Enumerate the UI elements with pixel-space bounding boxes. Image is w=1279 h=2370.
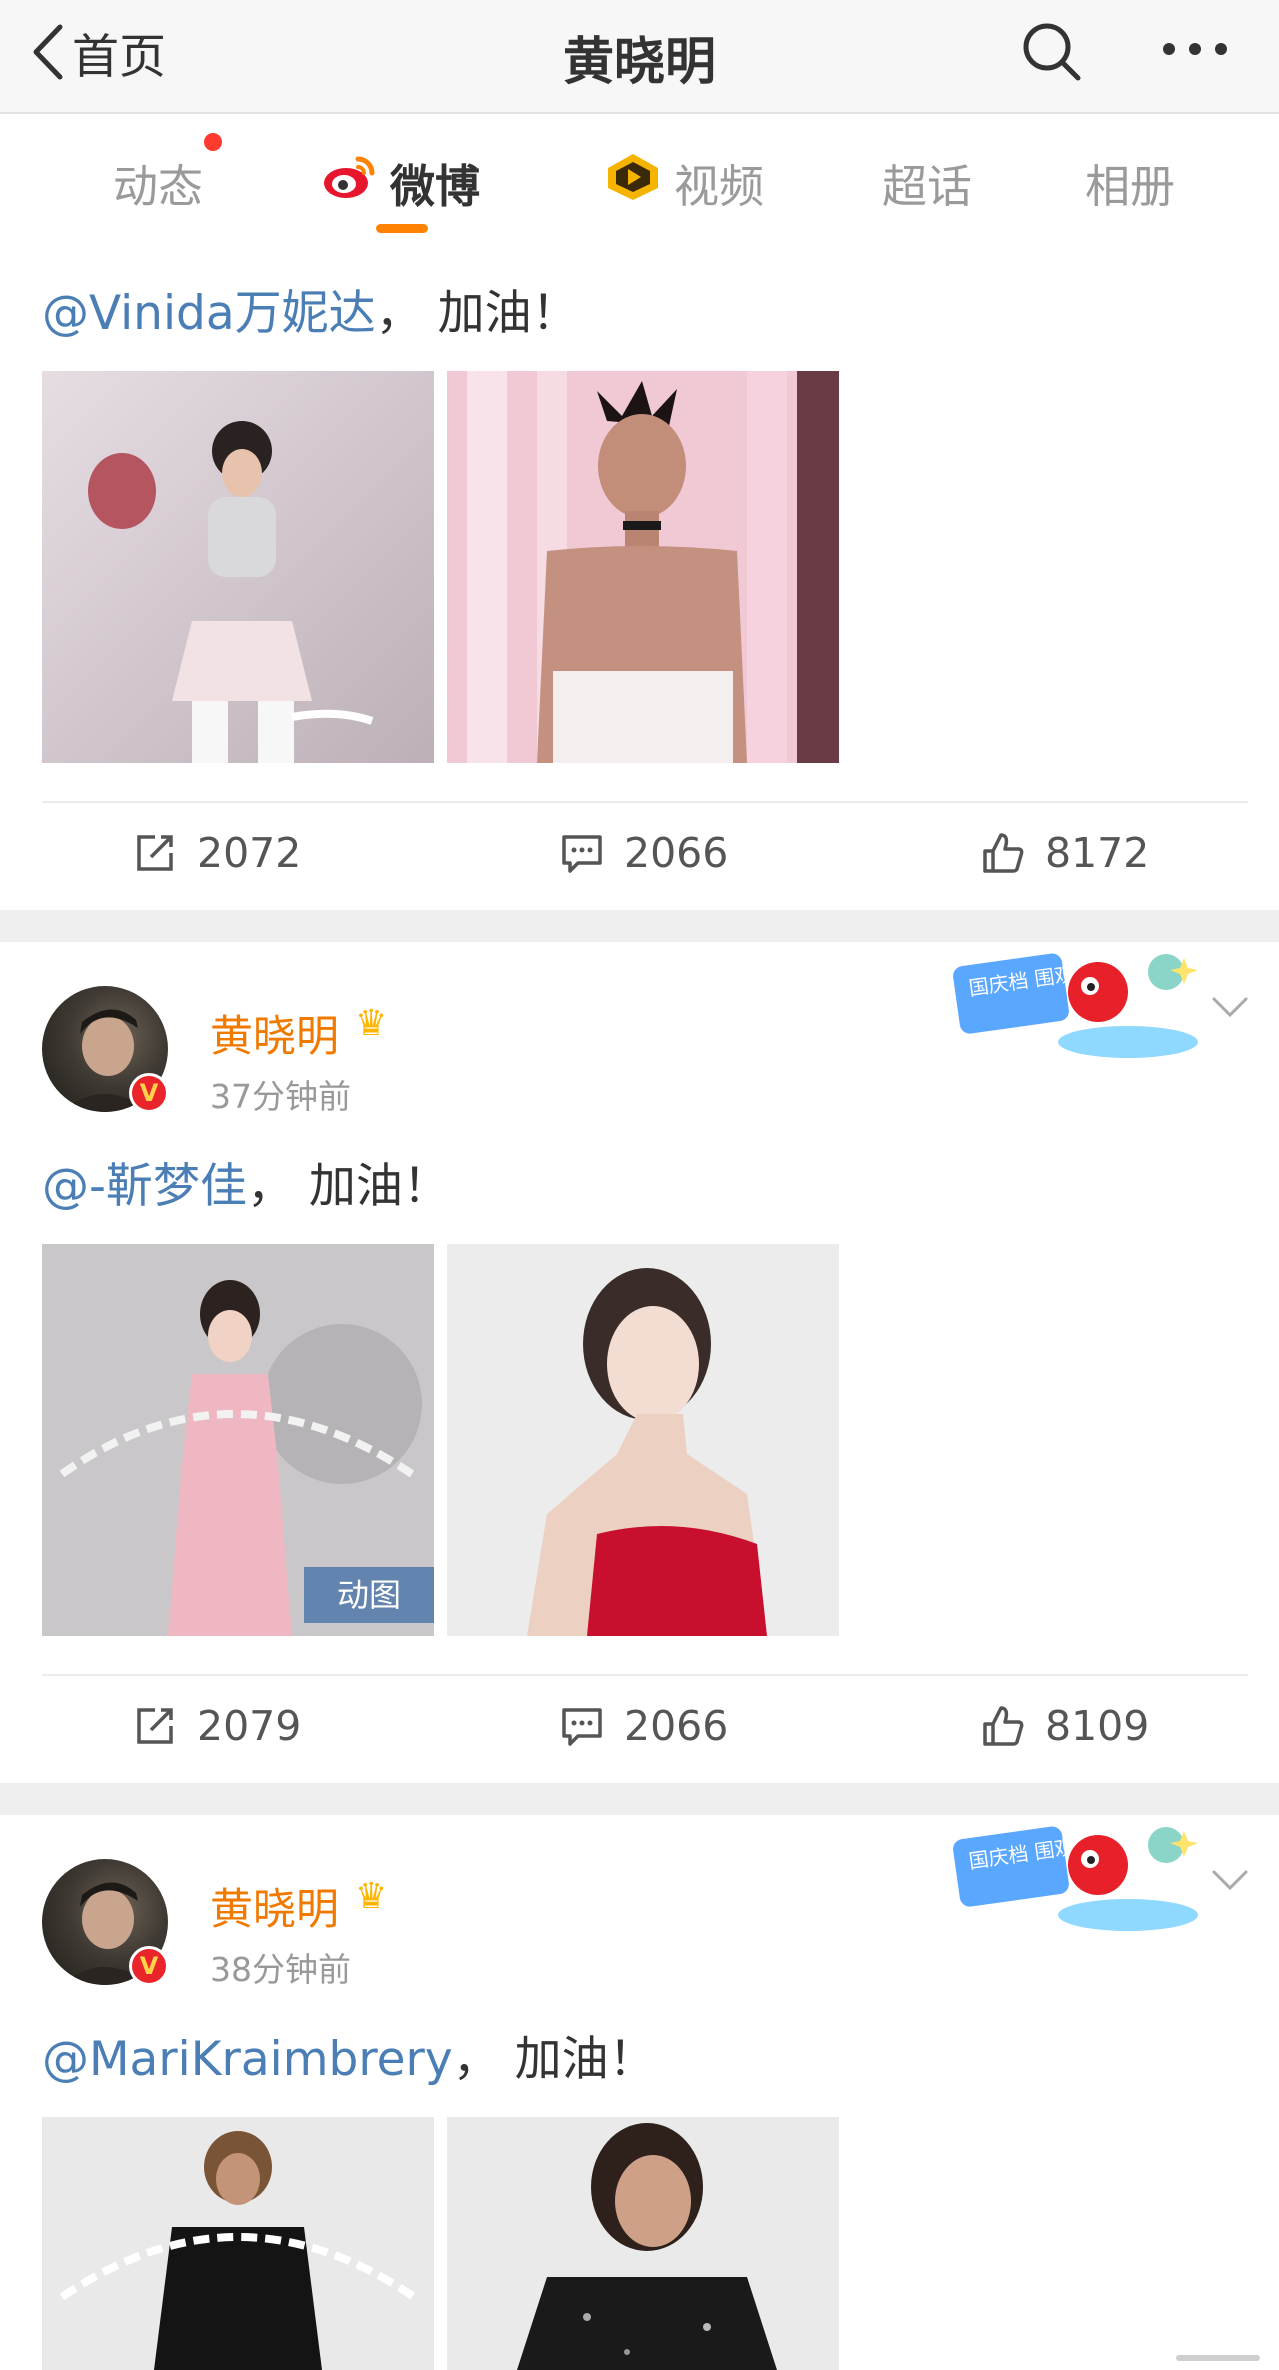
repost-button[interactable]: 2079 (133, 1696, 301, 1756)
like-button[interactable]: 8109 (981, 1696, 1149, 1756)
tab-weibo[interactable]: 微博 (322, 152, 481, 213)
post-text: @-靳梦佳， 加油！ (42, 1147, 450, 1216)
tab-video[interactable]: 视频 (604, 152, 765, 213)
verified-icon: V (129, 1073, 169, 1113)
gif-tag: 动图 (304, 1567, 434, 1623)
post-image[interactable] (447, 1244, 839, 1636)
chevron-down-icon[interactable] (1210, 995, 1250, 1019)
comment-count: 2066 (624, 1702, 729, 1750)
active-tab-indicator (376, 224, 428, 233)
like-count: 8109 (1045, 1702, 1150, 1750)
like-button[interactable]: 8172 (981, 823, 1149, 883)
national-day-badge-icon: 国庆档 围观群众 (953, 1826, 1198, 1931)
repost-count: 2072 (197, 829, 302, 877)
mention-link[interactable]: @Vinida万妮达 (42, 286, 376, 341)
like-count: 8172 (1045, 829, 1150, 877)
page-title: 黄晓明 (562, 33, 716, 92)
comment-button[interactable]: 2066 (560, 1696, 728, 1756)
video-icon (604, 152, 662, 213)
crown-icon: ♛ (355, 1003, 388, 1044)
tab-super-topic[interactable]: 超话 (882, 152, 973, 213)
post-time: 37分钟前 (210, 1077, 351, 1116)
post-text: @MariKraimbrery， 加油！ (42, 2020, 656, 2089)
tab-label: 视频 (674, 159, 765, 213)
repost-icon (137, 1708, 173, 1744)
post-text-suffix: ， 加油！ (375, 286, 579, 341)
profile-tabs: 动态 微博 视频 超话 相册 (0, 116, 1279, 240)
more-options-icon[interactable] (1160, 36, 1230, 62)
top-navigation-bar: 首页 黄晓明 (0, 0, 1279, 114)
username[interactable]: 黄晓明 (210, 1875, 339, 1937)
mention-link[interactable]: @-靳梦佳 (42, 1159, 247, 1214)
comment-count: 2066 (624, 829, 729, 877)
tab-label: 动态 (113, 159, 204, 213)
post-separator (0, 1783, 1279, 1815)
tab-label: 相册 (1085, 159, 1176, 213)
verified-icon: V (129, 1946, 169, 1986)
thumbs-up-icon (983, 1706, 1024, 1746)
tab-label: 超话 (882, 159, 973, 213)
post-image[interactable] (42, 371, 434, 763)
comment-icon (562, 1708, 602, 1746)
tab-album[interactable]: 相册 (1085, 152, 1176, 213)
post-text: @Vinida万妮达， 加油！ (42, 274, 579, 343)
national-day-badge-icon: 国庆档 围观群众 (953, 953, 1198, 1058)
thumbs-up-icon (983, 833, 1024, 873)
chevron-down-icon[interactable] (1210, 1868, 1250, 1892)
comment-button[interactable]: 2066 (560, 823, 728, 883)
mention-link[interactable]: @MariKraimbrery (42, 2032, 453, 2087)
post-image[interactable] (447, 371, 839, 763)
notification-dot (204, 133, 222, 151)
weibo-logo-icon (322, 153, 378, 212)
divider (42, 1674, 1248, 1676)
scroll-indicator (1176, 2355, 1260, 2361)
post-image[interactable] (447, 2117, 839, 2370)
post-time: 38分钟前 (210, 1950, 351, 1989)
post-image[interactable] (42, 2117, 434, 2370)
post-text-suffix: ， 加油！ (452, 2032, 656, 2087)
post-text-suffix: ， 加油！ (246, 1159, 450, 1214)
crown-icon: ♛ (355, 1876, 388, 1917)
repost-icon (137, 835, 173, 871)
post-separator (0, 910, 1279, 942)
repost-button[interactable]: 2072 (133, 823, 301, 883)
tab-dynamic[interactable]: 动态 (113, 152, 204, 213)
tab-label: 微博 (390, 159, 481, 213)
comment-icon (562, 835, 602, 873)
repost-count: 2079 (197, 1702, 302, 1750)
divider (42, 801, 1248, 803)
search-icon[interactable] (1020, 20, 1084, 84)
username[interactable]: 黄晓明 (210, 1002, 339, 1064)
